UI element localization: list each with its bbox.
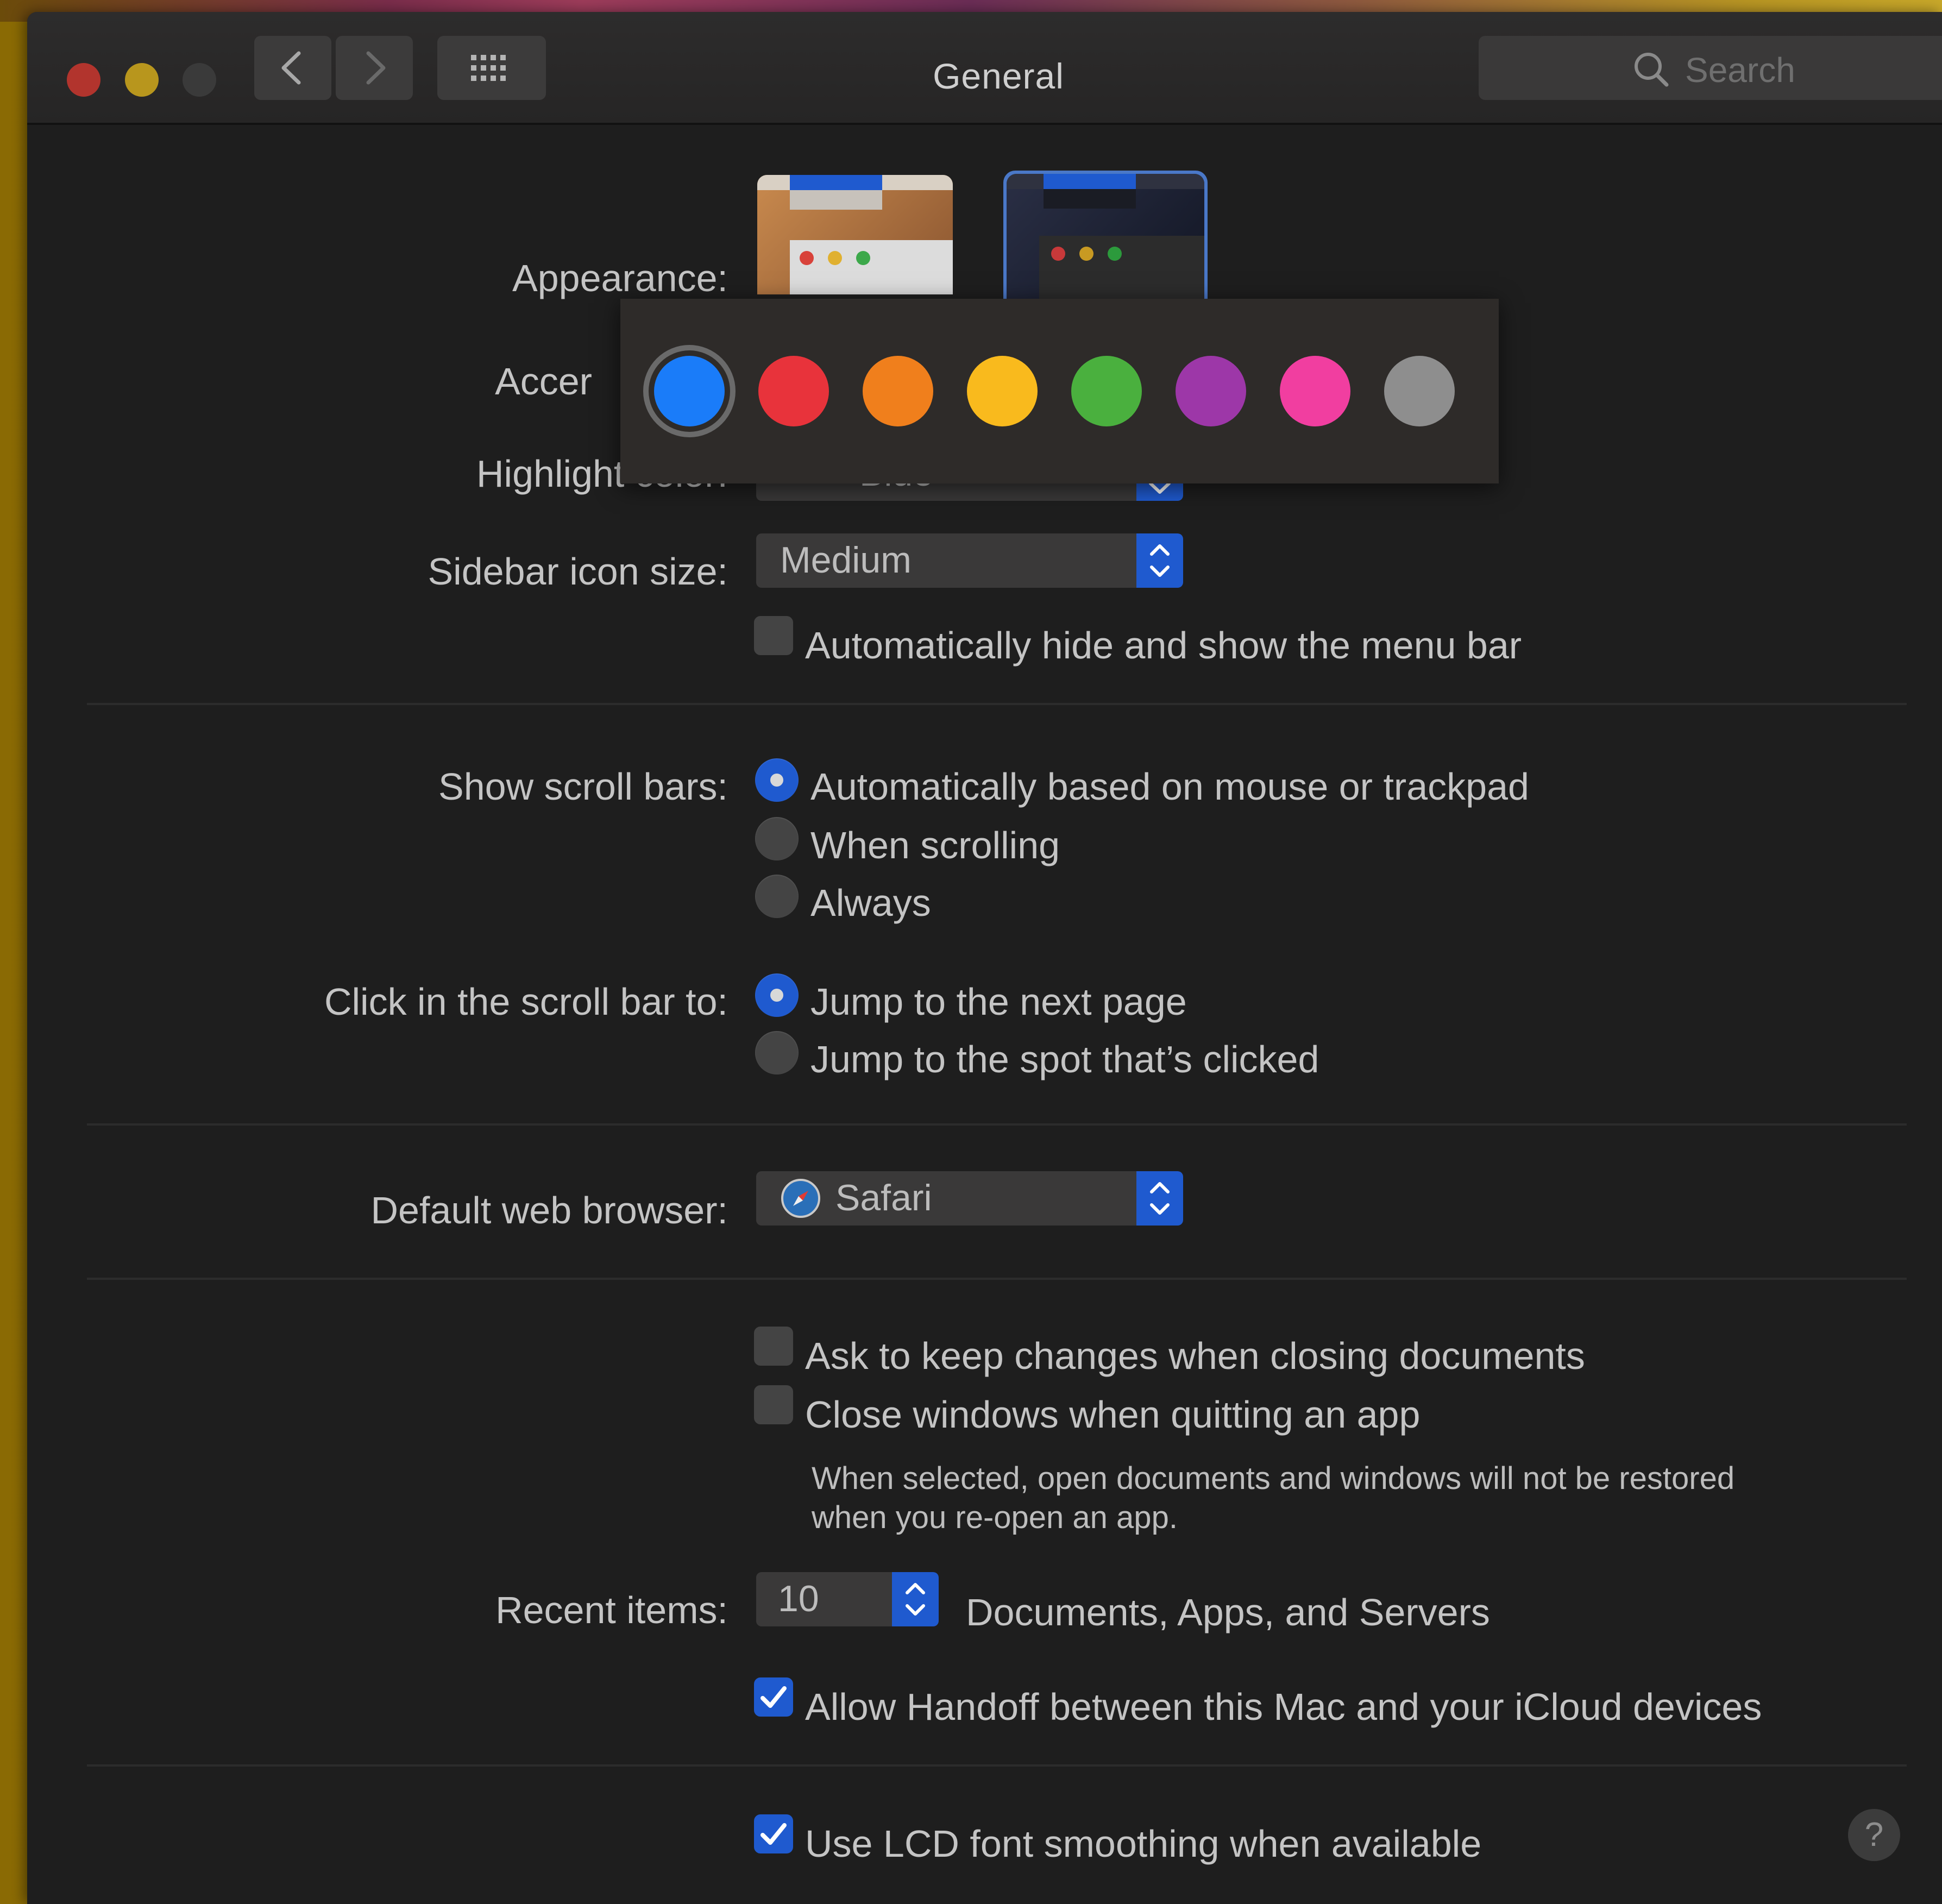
accent-color-picker <box>620 299 1499 483</box>
section-divider <box>87 703 1907 705</box>
recent-items-suffix: Documents, Apps, and Servers <box>966 1591 1490 1633</box>
sidebar-icon-size-label: Sidebar icon size: <box>428 550 728 593</box>
recent-items-stepper[interactable]: 10 <box>756 1572 939 1626</box>
window-toolbar: General Search <box>27 12 1942 125</box>
scroll-bars-always-radio[interactable] <box>755 875 799 918</box>
accent-swatch-orange[interactable] <box>863 356 933 426</box>
scroll-bars-automatic-radio[interactable] <box>755 758 799 802</box>
close-windows-note-line-2: when you re-open an app. <box>812 1500 1178 1535</box>
close-windows-note: When selected, open documents and window… <box>812 1459 1734 1537</box>
lcd-smoothing-label: Use LCD font smoothing when available <box>805 1823 1482 1865</box>
accent-swatch-purple[interactable] <box>1176 356 1246 426</box>
menu-bar-checkbox[interactable] <box>754 616 793 655</box>
search-icon <box>1635 53 1669 87</box>
popup-arrows <box>1136 533 1183 588</box>
close-windows-label: Close windows when quitting an app <box>805 1393 1421 1436</box>
accent-swatch-red[interactable] <box>758 356 829 426</box>
click-spot-label: Jump to the spot that’s clicked <box>810 1038 1319 1080</box>
system-preferences-window: General Search Appearance: Accer Highlig… <box>27 12 1942 1904</box>
click-spot-radio[interactable] <box>755 1031 799 1074</box>
accent-swatch-graphite[interactable] <box>1384 356 1455 426</box>
lcd-smoothing-checkbox[interactable] <box>754 1814 793 1853</box>
menu-bar-checkbox-label: Automatically hide and show the menu bar <box>805 624 1522 667</box>
ask-keep-changes-label: Ask to keep changes when closing documen… <box>805 1335 1585 1377</box>
close-windows-checkbox[interactable] <box>754 1385 793 1424</box>
accent-swatch-pink[interactable] <box>1280 356 1350 426</box>
recent-items-value: 10 <box>778 1578 819 1619</box>
up-down-arrows-icon <box>1150 544 1170 577</box>
click-next-page-radio[interactable] <box>755 973 799 1017</box>
default-browser-label: Default web browser: <box>370 1189 728 1231</box>
section-divider <box>87 1764 1907 1767</box>
section-divider <box>87 1278 1907 1280</box>
checkmark-icon <box>761 1823 787 1845</box>
up-down-arrows-icon <box>1150 1182 1170 1215</box>
scroll-bars-automatic-label: Automatically based on mouse or trackpad <box>810 765 1529 808</box>
popup-arrows <box>1136 1171 1183 1226</box>
checkmark-icon <box>761 1686 787 1708</box>
sidebar-icon-size-value: Medium <box>780 539 912 581</box>
safari-icon <box>781 1179 820 1218</box>
section-divider <box>87 1123 1907 1126</box>
up-down-arrows-icon <box>906 1583 925 1616</box>
click-next-page-label: Jump to the next page <box>810 981 1187 1023</box>
appearance-dark-thumbnail[interactable] <box>1003 171 1208 299</box>
handoff-label: Allow Handoff between this Mac and your … <box>805 1686 1762 1728</box>
accent-swatch-green[interactable] <box>1071 356 1142 426</box>
accent-swatch-yellow[interactable] <box>967 356 1038 426</box>
recent-items-label: Recent items: <box>495 1589 728 1631</box>
close-windows-note-line-1: When selected, open documents and window… <box>812 1461 1735 1496</box>
accent-color-label: Accer <box>495 360 592 403</box>
scroll-bars-when-scrolling-radio[interactable] <box>755 817 799 860</box>
sidebar-icon-size-popup[interactable]: Medium <box>756 533 1183 588</box>
click-scroll-bar-label: Click in the scroll bar to: <box>324 981 728 1023</box>
ask-keep-changes-checkbox[interactable] <box>754 1327 793 1366</box>
default-browser-popup[interactable]: Safari <box>756 1171 1183 1226</box>
appearance-light-thumbnail[interactable] <box>757 175 953 294</box>
handoff-checkbox[interactable] <box>754 1677 793 1717</box>
default-browser-value: Safari <box>835 1177 932 1218</box>
scroll-bars-always-label: Always <box>810 882 931 924</box>
appearance-label: Appearance: <box>512 257 728 299</box>
search-field[interactable]: Search <box>1479 36 1942 100</box>
scroll-bars-when-scrolling-label: When scrolling <box>810 824 1060 866</box>
show-scroll-bars-label: Show scroll bars: <box>438 765 728 808</box>
accent-swatch-blue[interactable] <box>654 356 725 426</box>
stepper-arrows <box>892 1572 939 1626</box>
search-placeholder: Search <box>1685 51 1795 90</box>
help-button[interactable]: ? <box>1848 1809 1900 1861</box>
